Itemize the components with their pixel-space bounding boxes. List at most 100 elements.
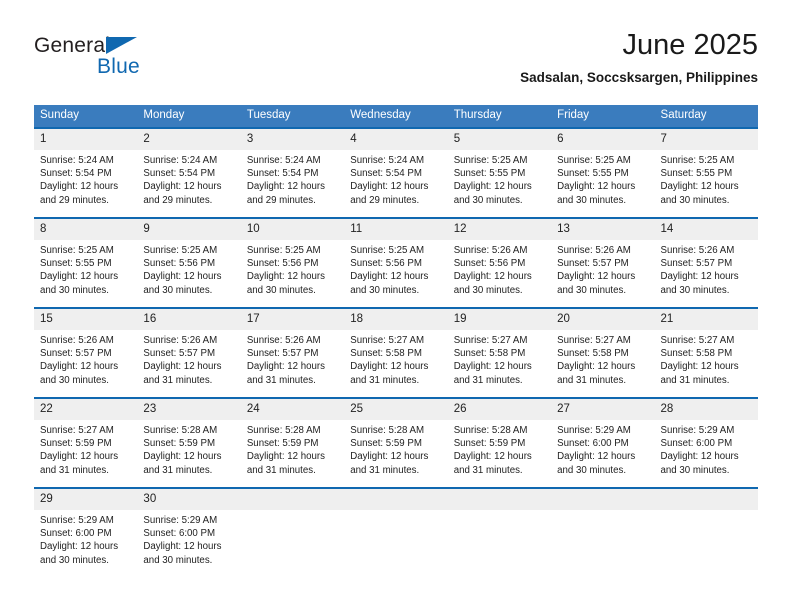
day-number: 10 — [240, 219, 345, 240]
sunrise-text: Sunrise: 5:25 AM — [660, 155, 735, 166]
page-title: June 2025 — [622, 29, 758, 61]
calendar-day-cell[interactable]: 17 Sunrise: 5:26 AM Sunset: 5:57 PM Dayligh… — [240, 307, 345, 398]
day-details: Sunrise: 5:29 AM Sunset: 6:00 PM Daylight:… — [34, 510, 137, 567]
calendar-week-row: 15 Sunrise: 5:26 AM Sunset: 5:57 PM Dayligh… — [34, 307, 758, 398]
daylight-text: Daylight: 12 hours and 30 minutes. — [246, 271, 325, 296]
daylight-text: Daylight: 12 hours and 29 minutes. — [143, 181, 222, 206]
calendar-day-cell[interactable]: 8 Sunrise: 5:25 AM Sunset: 5:55 PM Daylight… — [34, 217, 138, 308]
sunset-text: Sunset: 5:59 PM — [40, 438, 112, 450]
calendar-day-cell[interactable]: 9 Sunrise: 5:25 AM Sunset: 5:56 PM Daylight… — [137, 217, 241, 308]
calendar-day-cell[interactable]: 18 Sunrise: 5:27 AM Sunset: 5:58 PM Dayligh… — [344, 307, 448, 398]
calendar-day-cell[interactable]: 12 Sunrise: 5:26 AM Sunset: 5:56 PM Dayligh… — [447, 217, 552, 308]
calendar-day-cell[interactable]: 19 Sunrise: 5:27 AM Sunset: 5:58 PM Dayligh… — [447, 307, 552, 398]
calendar-day-cell[interactable]: 28 Sunrise: 5:29 AM Sunset: 6:00 PM Dayligh… — [654, 397, 758, 488]
day-details: Sunrise: 5:28 AM Sunset: 5:59 PM Daylight:… — [448, 420, 551, 477]
calendar-day-cell[interactable]: 11 Sunrise: 5:25 AM Sunset: 5:56 PM Dayligh… — [344, 217, 448, 308]
calendar-day-cell[interactable]: 5 Sunrise: 5:25 AM Sunset: 5:55 PM Daylight… — [447, 127, 552, 218]
calendar-day-cell[interactable]: 23 Sunrise: 5:28 AM Sunset: 5:59 PM Dayligh… — [137, 397, 241, 488]
day-number: 27 — [551, 399, 655, 420]
sunset-text: Sunset: 5:57 PM — [143, 348, 216, 360]
day-number: 22 — [34, 399, 138, 420]
calendar-day-cell[interactable]: 1 Sunrise: 5:24 AM Sunset: 5:54 PM Daylight… — [34, 127, 138, 218]
calendar-day-cell[interactable]: 7 Sunrise: 5:25 AM Sunset: 5:55 PM Daylight… — [654, 127, 758, 218]
day-details: Sunrise: 5:26 AM Sunset: 5:57 PM Daylight:… — [655, 240, 758, 297]
daylight-text: Daylight: 12 hours and 30 minutes. — [557, 451, 636, 476]
daylight-text: Daylight: 12 hours and 30 minutes. — [557, 181, 636, 206]
day-details: Sunrise: 5:29 AM Sunset: 6:00 PM Daylight:… — [551, 420, 654, 477]
calendar-day-cell[interactable]: 4 Sunrise: 5:24 AM Sunset: 5:54 PM Daylight… — [344, 127, 448, 218]
daylight-text: Daylight: 12 hours and 31 minutes. — [350, 451, 429, 476]
calendar-empty-cell — [654, 487, 758, 577]
day-details: Sunrise: 5:24 AM Sunset: 5:54 PM Daylight:… — [344, 150, 447, 207]
day-number: 7 — [654, 129, 758, 150]
sunset-text: Sunset: 5:56 PM — [453, 258, 526, 270]
weekday-header-saturday: Saturday — [654, 105, 758, 128]
calendar-day-cell[interactable]: 13 Sunrise: 5:26 AM Sunset: 5:57 PM Dayligh… — [551, 217, 655, 308]
calendar-week-row: 22 Sunrise: 5:27 AM Sunset: 5:59 PM Dayligh… — [34, 397, 758, 488]
calendar-day-cell[interactable]: 21 Sunrise: 5:27 AM Sunset: 5:58 PM Dayligh… — [654, 307, 758, 398]
sunrise-text: Sunrise: 5:25 AM — [453, 155, 528, 166]
day-details: Sunrise: 5:27 AM Sunset: 5:58 PM Daylight:… — [551, 330, 654, 387]
day-details: Sunrise: 5:26 AM Sunset: 5:56 PM Daylight:… — [448, 240, 551, 297]
calendar-day-cell[interactable]: 24 Sunrise: 5:28 AM Sunset: 5:59 PM Dayligh… — [240, 397, 345, 488]
sunset-text: Sunset: 5:57 PM — [246, 348, 319, 360]
day-number: 2 — [137, 129, 241, 150]
daylight-text: Daylight: 12 hours and 30 minutes. — [660, 451, 739, 476]
sunrise-text: Sunrise: 5:26 AM — [660, 245, 735, 256]
day-details: Sunrise: 5:25 AM Sunset: 5:55 PM Daylight:… — [448, 150, 551, 207]
calendar-day-cell[interactable]: 6 Sunrise: 5:25 AM Sunset: 5:55 PM Daylight… — [551, 127, 655, 218]
day-details: Sunrise: 5:25 AM Sunset: 5:55 PM Daylight:… — [655, 150, 758, 207]
calendar-day-cell[interactable]: 3 Sunrise: 5:24 AM Sunset: 5:54 PM Daylight… — [240, 127, 345, 218]
day-number — [344, 489, 448, 510]
calendar-empty-cell — [447, 487, 552, 577]
calendar-day-cell[interactable]: 27 Sunrise: 5:29 AM Sunset: 6:00 PM Dayligh… — [551, 397, 655, 488]
sunset-text: Sunset: 5:59 PM — [453, 438, 526, 450]
sunrise-text: Sunrise: 5:27 AM — [350, 335, 425, 346]
daylight-text: Daylight: 12 hours and 30 minutes. — [660, 181, 739, 206]
calendar-day-cell[interactable]: 10 Sunrise: 5:25 AM Sunset: 5:56 PM Dayligh… — [240, 217, 345, 308]
calendar-body: 1 Sunrise: 5:24 AM Sunset: 5:54 PM Daylight… — [34, 127, 758, 577]
sunset-text: Sunset: 5:58 PM — [660, 348, 733, 360]
sunrise-text: Sunrise: 5:28 AM — [453, 425, 528, 436]
calendar-day-cell[interactable]: 16 Sunrise: 5:26 AM Sunset: 5:57 PM Dayligh… — [137, 307, 241, 398]
day-number: 25 — [344, 399, 448, 420]
calendar-day-cell[interactable]: 15 Sunrise: 5:26 AM Sunset: 5:57 PM Dayligh… — [34, 307, 138, 398]
day-number — [654, 489, 758, 510]
calendar-day-cell[interactable]: 14 Sunrise: 5:26 AM Sunset: 5:57 PM Dayligh… — [654, 217, 758, 308]
sunset-text: Sunset: 5:54 PM — [40, 168, 112, 180]
calendar-day-cell[interactable]: 2 Sunrise: 5:24 AM Sunset: 5:54 PM Daylight… — [137, 127, 241, 218]
calendar-day-cell[interactable]: 30 Sunrise: 5:29 AM Sunset: 6:00 PM Dayligh… — [137, 487, 241, 577]
sunset-text: Sunset: 5:58 PM — [557, 348, 629, 360]
day-details: Sunrise: 5:25 AM Sunset: 5:56 PM Daylight:… — [137, 240, 240, 297]
day-number: 11 — [344, 219, 448, 240]
daylight-text: Daylight: 12 hours and 30 minutes. — [453, 271, 532, 296]
calendar-day-cell[interactable]: 20 Sunrise: 5:27 AM Sunset: 5:58 PM Dayligh… — [551, 307, 655, 398]
daylight-text: Daylight: 12 hours and 30 minutes. — [143, 271, 222, 296]
day-details: Sunrise: 5:26 AM Sunset: 5:57 PM Daylight:… — [241, 330, 344, 387]
weekday-header-monday: Monday — [137, 105, 241, 128]
day-number: 5 — [447, 129, 552, 150]
sunset-text: Sunset: 5:58 PM — [350, 348, 422, 360]
sunrise-text: Sunrise: 5:25 AM — [246, 245, 321, 256]
calendar-day-cell[interactable]: 22 Sunrise: 5:27 AM Sunset: 5:59 PM Dayligh… — [34, 397, 138, 488]
weekday-header-sunday: Sunday — [34, 105, 138, 128]
calendar-empty-cell — [240, 487, 345, 577]
sunset-text: Sunset: 5:57 PM — [557, 258, 629, 270]
weekday-header-wednesday: Wednesday — [344, 105, 448, 128]
sunrise-text: Sunrise: 5:26 AM — [40, 335, 114, 346]
sunrise-text: Sunrise: 5:29 AM — [660, 425, 735, 436]
calendar-day-cell[interactable]: 25 Sunrise: 5:28 AM Sunset: 5:59 PM Dayligh… — [344, 397, 448, 488]
day-number: 23 — [137, 399, 241, 420]
day-number: 19 — [447, 309, 552, 330]
calendar-day-cell[interactable]: 26 Sunrise: 5:28 AM Sunset: 5:59 PM Dayligh… — [447, 397, 552, 488]
daylight-text: Daylight: 12 hours and 31 minutes. — [246, 451, 325, 476]
sunrise-text: Sunrise: 5:26 AM — [557, 245, 631, 256]
sunset-text: Sunset: 5:59 PM — [143, 438, 216, 450]
calendar-day-cell[interactable]: 29 Sunrise: 5:29 AM Sunset: 6:00 PM Dayligh… — [34, 487, 138, 577]
sunrise-text: Sunrise: 5:24 AM — [40, 155, 114, 166]
generalblue-logo[interactable]: General Blue — [34, 34, 254, 90]
sunrise-text: Sunrise: 5:29 AM — [40, 515, 114, 526]
day-number: 9 — [137, 219, 241, 240]
weekday-header-friday: Friday — [551, 105, 655, 128]
daylight-text: Daylight: 12 hours and 31 minutes. — [350, 361, 429, 386]
